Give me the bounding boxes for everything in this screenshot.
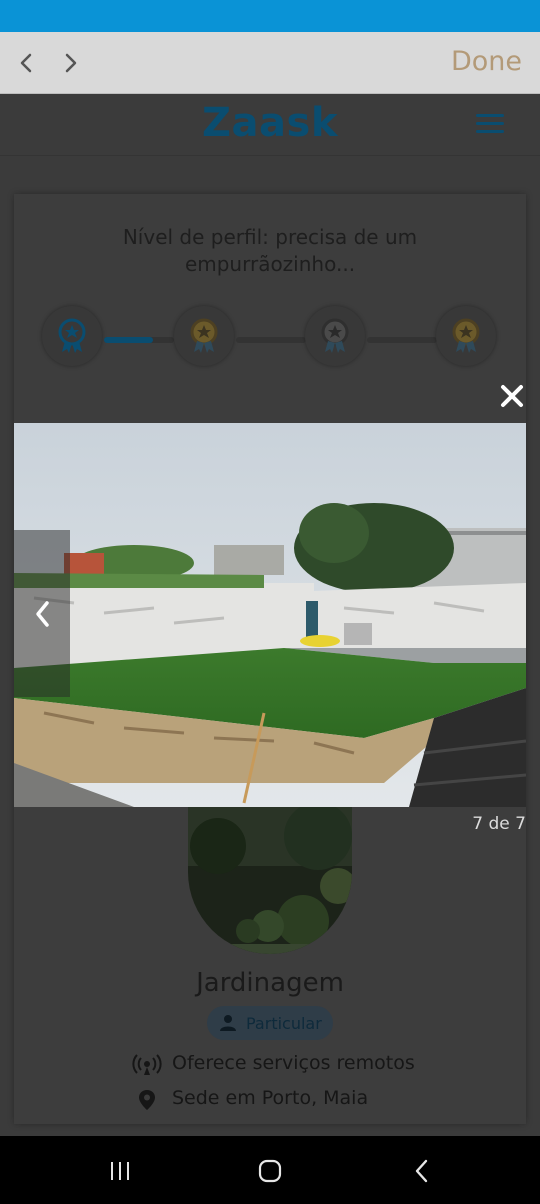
level-badge-3-icon — [305, 306, 365, 366]
chevron-left-icon[interactable] — [12, 48, 42, 78]
logo[interactable]: Zaask — [0, 100, 540, 146]
person-icon — [220, 1015, 236, 1031]
browser-toolbar: Done — [0, 32, 540, 94]
chevron-right-icon[interactable] — [55, 48, 85, 78]
photo-counter: 7 de 7 — [472, 814, 526, 834]
home-icon[interactable] — [255, 1158, 285, 1184]
remote-services-text: Oferece serviços remotos — [172, 1052, 415, 1074]
badge-label: Particular — [246, 1014, 322, 1033]
level-badge-4-icon — [436, 306, 496, 366]
status-bar — [0, 0, 540, 32]
location-pin-icon — [139, 1090, 155, 1110]
professional-name: Jardinagem — [196, 968, 344, 998]
system-navigation-bar — [0, 1136, 540, 1204]
broadcast-icon — [132, 1054, 162, 1075]
level-progress-bar-2 — [236, 337, 306, 343]
hamburger-menu-icon[interactable] — [476, 114, 504, 136]
level-badge-1-icon — [42, 306, 102, 366]
level-progress-bar-3 — [367, 337, 437, 343]
recent-apps-icon[interactable] — [106, 1158, 134, 1184]
status-badge: Particular — [207, 1006, 333, 1040]
close-icon[interactable] — [496, 380, 528, 412]
previous-photo-button[interactable] — [14, 530, 70, 697]
level-progress-bar — [104, 337, 174, 343]
site-header: Zaask — [0, 94, 540, 156]
location-text: Sede em Porto, Maia — [172, 1087, 369, 1109]
done-button[interactable]: Done — [451, 46, 522, 77]
profile-level-title: Nível de perfil: precisa de um empurrãoz… — [122, 225, 418, 276]
chevron-left-icon — [36, 601, 49, 627]
back-icon[interactable] — [408, 1158, 436, 1184]
lightbox-photo — [14, 423, 526, 807]
level-badge-2-icon — [174, 306, 234, 366]
